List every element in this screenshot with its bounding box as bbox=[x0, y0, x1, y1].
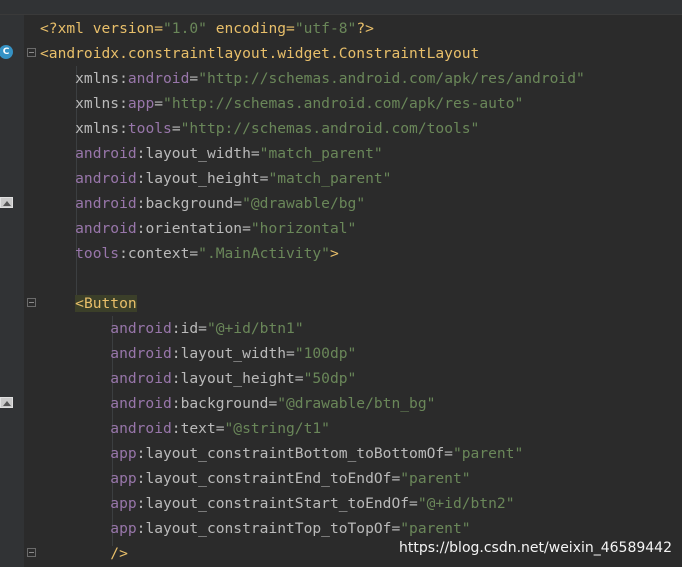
code-line[interactable]: app:layout_constraintTop_toTopOf="parent… bbox=[40, 516, 682, 541]
code-token: :layout_constraintEnd_toEndOf= bbox=[136, 470, 401, 487]
fold-gutter bbox=[25, 15, 41, 567]
editor-tab-bar bbox=[0, 0, 682, 15]
code-line[interactable]: android:layout_width="100dp" bbox=[40, 341, 682, 366]
code-line[interactable]: android:background="@drawable/bg" bbox=[40, 191, 682, 216]
code-token: "@+id/btn1" bbox=[206, 320, 304, 337]
code-line[interactable]: <?xml version="1.0" encoding="utf-8"?> bbox=[40, 16, 682, 41]
code-token: android bbox=[40, 195, 137, 212]
code-token: "parent" bbox=[452, 445, 524, 462]
code-token: = bbox=[171, 120, 181, 137]
code-token: <?xml version= bbox=[40, 20, 164, 37]
code-token: "@drawable/btn_bg" bbox=[277, 395, 436, 412]
code-token: <Button bbox=[75, 295, 137, 312]
code-line[interactable]: android:id="@+id/btn1" bbox=[40, 316, 682, 341]
code-token: app bbox=[127, 95, 155, 112]
fold-toggle-icon[interactable] bbox=[27, 298, 36, 307]
code-token: ".MainActivity" bbox=[198, 245, 330, 262]
code-token: xmlns: bbox=[40, 95, 128, 112]
code-token: :id= bbox=[171, 320, 207, 337]
code-token: tools bbox=[127, 120, 172, 137]
code-token: = bbox=[154, 95, 164, 112]
code-token: :layout_constraintTop_toTopOf= bbox=[136, 520, 401, 537]
code-line[interactable]: android:layout_height="50dp" bbox=[40, 366, 682, 391]
code-token: tools bbox=[40, 245, 120, 262]
code-token: :layout_width= bbox=[136, 145, 260, 162]
code-token: app bbox=[40, 495, 137, 512]
code-token: <androidx.constraintlayout.widget.Constr… bbox=[40, 45, 480, 62]
drawable-preview-icon[interactable] bbox=[0, 397, 13, 408]
code-line[interactable]: xmlns:tools="http://schemas.android.com/… bbox=[40, 116, 682, 141]
code-token: android bbox=[40, 370, 172, 387]
code-token: android bbox=[40, 220, 137, 237]
code-line[interactable]: android:layout_height="match_parent" bbox=[40, 166, 682, 191]
code-token: "1.0" bbox=[163, 20, 207, 37]
code-token: "utf-8" bbox=[294, 20, 357, 37]
code-token: encoding= bbox=[206, 20, 295, 37]
code-token: android bbox=[40, 170, 137, 187]
code-token: :layout_constraintBottom_toBottomOf= bbox=[136, 445, 453, 462]
drawable-preview-icon[interactable] bbox=[0, 197, 13, 208]
code-token: app bbox=[40, 445, 137, 462]
code-token: "@+id/btn2" bbox=[417, 495, 515, 512]
code-token: "@drawable/bg" bbox=[242, 195, 366, 212]
fold-toggle-icon[interactable] bbox=[27, 48, 36, 57]
code-token: "match_parent" bbox=[268, 170, 392, 187]
code-token: android bbox=[127, 70, 190, 87]
code-token: app bbox=[40, 470, 137, 487]
code-token: "@string/t1" bbox=[224, 420, 330, 437]
code-line[interactable]: android:text="@string/t1" bbox=[40, 416, 682, 441]
fold-toggle-icon[interactable] bbox=[27, 548, 36, 557]
code-token: :text= bbox=[171, 420, 225, 437]
code-token: :background= bbox=[136, 195, 243, 212]
code-token: :layout_height= bbox=[171, 370, 304, 387]
watermark: https://blog.csdn.net/weixin_46589442 bbox=[398, 540, 672, 556]
code-token: "match_parent" bbox=[259, 145, 383, 162]
code-token: "http://schemas.android.com/apk/res/andr… bbox=[198, 70, 585, 87]
code-line[interactable]: app:layout_constraintStart_toEndOf="@+id… bbox=[40, 491, 682, 516]
code-token: android bbox=[40, 145, 137, 162]
code-token: "parent" bbox=[400, 520, 471, 537]
code-token: "http://schemas.android.com/apk/res-auto… bbox=[163, 95, 524, 112]
class-badge-icon[interactable]: C bbox=[0, 45, 13, 59]
code-token: app bbox=[40, 520, 137, 537]
code-token: xmlns: bbox=[40, 70, 128, 87]
code-token: android bbox=[40, 345, 172, 362]
code-token: "parent" bbox=[400, 470, 471, 487]
code-token: = bbox=[189, 70, 199, 87]
code-line[interactable]: xmlns:app="http://schemas.android.com/ap… bbox=[40, 91, 682, 116]
code-editor[interactable]: <?xml version="1.0" encoding="utf-8"?> <a… bbox=[40, 16, 682, 567]
code-line[interactable]: <androidx.constraintlayout.widget.Constr… bbox=[40, 41, 682, 66]
code-token: > bbox=[329, 245, 339, 262]
code-line[interactable]: <Button bbox=[40, 291, 682, 316]
code-token: /> bbox=[40, 545, 128, 562]
code-token: android bbox=[40, 395, 172, 412]
code-line[interactable]: tools:context=".MainActivity"> bbox=[40, 241, 682, 266]
code-token: "100dp" bbox=[294, 345, 357, 362]
code-token: :orientation= bbox=[136, 220, 251, 237]
code-token: android bbox=[40, 320, 172, 337]
code-token: xmlns: bbox=[40, 120, 128, 137]
code-line[interactable]: app:layout_constraintEnd_toEndOf="parent… bbox=[40, 466, 682, 491]
code-token: :layout_width= bbox=[171, 345, 295, 362]
code-token: "50dp" bbox=[303, 370, 357, 387]
code-token: :background= bbox=[171, 395, 278, 412]
code-token: "http://schemas.android.com/tools" bbox=[180, 120, 480, 137]
code-token: :context= bbox=[119, 245, 199, 262]
code-line[interactable]: xmlns:android="http://schemas.android.co… bbox=[40, 66, 682, 91]
code-line[interactable]: android:orientation="horizontal" bbox=[40, 216, 682, 241]
code-line[interactable] bbox=[40, 266, 682, 291]
code-token: "horizontal" bbox=[250, 220, 357, 237]
code-token: android bbox=[40, 420, 172, 437]
code-token: ?> bbox=[356, 20, 374, 37]
code-line[interactable]: android:background="@drawable/btn_bg" bbox=[40, 391, 682, 416]
code-line[interactable]: android:layout_width="match_parent" bbox=[40, 141, 682, 166]
code-token: :layout_constraintStart_toEndOf= bbox=[136, 495, 418, 512]
code-line[interactable]: app:layout_constraintBottom_toBottomOf="… bbox=[40, 441, 682, 466]
code-token: :layout_height= bbox=[136, 170, 269, 187]
line-gutter: C bbox=[0, 15, 24, 567]
